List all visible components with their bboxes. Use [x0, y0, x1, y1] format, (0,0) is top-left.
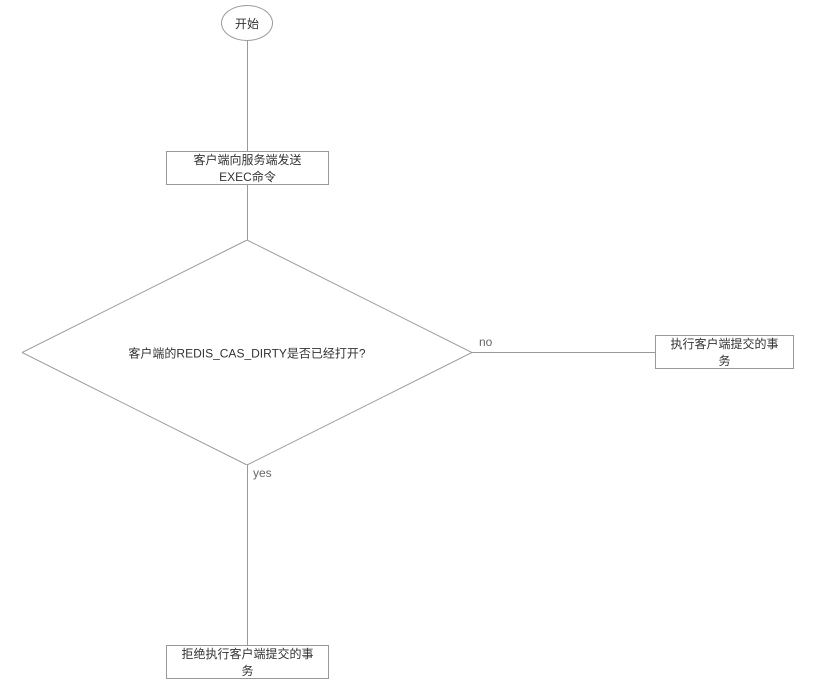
edge-label-yes: yes [253, 466, 272, 480]
connector-exec-to-decision [247, 185, 248, 240]
connector-decision-to-reject [247, 465, 248, 645]
connector-start-to-exec [247, 41, 248, 151]
process-reject-label: 拒绝执行客户端提交的事务 [179, 645, 316, 679]
edge-label-no: no [479, 335, 492, 349]
connector-decision-to-execute [472, 352, 655, 353]
start-label: 开始 [235, 15, 259, 32]
decision-label: 客户端的REDIS_CAS_DIRTY是否已经打开? [67, 344, 427, 361]
process-send-exec-label: 客户端向服务端发送EXEC命令 [179, 151, 316, 185]
flowchart-canvas: 开始 客户端向服务端发送EXEC命令 客户端的REDIS_CAS_DIRTY是否… [0, 0, 831, 697]
process-execute-label: 执行客户端提交的事务 [668, 335, 781, 369]
decision-node: 客户端的REDIS_CAS_DIRTY是否已经打开? [22, 240, 472, 465]
start-node: 开始 [221, 5, 273, 41]
process-reject: 拒绝执行客户端提交的事务 [166, 645, 329, 679]
process-send-exec: 客户端向服务端发送EXEC命令 [166, 151, 329, 185]
process-execute: 执行客户端提交的事务 [655, 335, 794, 369]
